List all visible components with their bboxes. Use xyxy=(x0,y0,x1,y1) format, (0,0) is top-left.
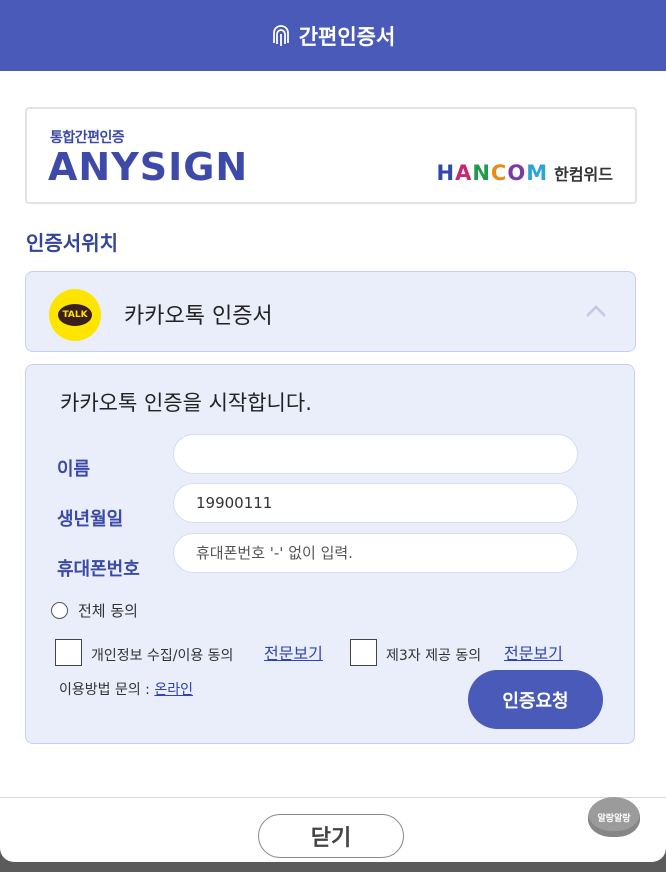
help-label: 이용방법 문의 : xyxy=(59,682,155,698)
form-title: 카카오톡 인증을 시작합니다. xyxy=(60,391,312,415)
cert-location-heading: 인증서위치 xyxy=(26,231,118,255)
hancom-logo: HANCOM 한컴위드 xyxy=(437,161,614,185)
thirdparty-consent-label: 제3자 제공 동의 xyxy=(386,648,482,664)
birth-label: 생년월일 xyxy=(57,509,124,530)
chevron-up-icon[interactable] xyxy=(585,304,607,318)
brand-banner: 통합간편인증 ANYSIGN HANCOM 한컴위드 xyxy=(25,107,637,204)
dialog-title: 간편인증서 xyxy=(298,24,396,49)
birthdate-input[interactable] xyxy=(173,483,578,523)
brand-logo-anysign: ANYSIGN xyxy=(48,145,249,189)
close-button[interactable]: 닫기 xyxy=(258,814,404,858)
thirdparty-consent-view-link[interactable]: 전문보기 xyxy=(504,640,563,664)
brand-subtitle: 통합간편인증 xyxy=(50,130,125,146)
agree-all-label: 전체 동의 xyxy=(78,602,138,620)
auth-dialog: 간편인증서 통합간편인증 ANYSIGN HANCOM 한컴위드 인증서위치 T… xyxy=(0,0,666,862)
help-online-link[interactable]: 온라인 xyxy=(154,682,193,698)
title-bar: 간편인증서 xyxy=(0,0,666,71)
agree-all[interactable]: 전체 동의 xyxy=(51,600,138,621)
privacy-consent-checkbox[interactable] xyxy=(55,639,82,666)
provider-label: 카카오톡 인증서 xyxy=(124,304,273,329)
privacy-consent-label: 개인정보 수집/이용 동의 xyxy=(91,648,234,664)
kakaotalk-icon: TALK xyxy=(49,289,101,341)
mascot-icon[interactable]: 알랑알랑 xyxy=(588,797,640,837)
provider-selector-kakao[interactable]: TALK 카카오톡 인증서 xyxy=(25,271,636,352)
kakaotalk-bubble: TALK xyxy=(58,304,92,326)
help-line: 이용방법 문의 : 온라인 xyxy=(59,679,193,699)
fingerprint-icon xyxy=(272,24,289,46)
kakao-auth-form: 카카오톡 인증을 시작합니다. 이름 생년월일 휴대폰번호 전체 동의 개인정보… xyxy=(25,364,635,744)
footer-divider xyxy=(0,797,666,798)
privacy-consent-view-link[interactable]: 전문보기 xyxy=(264,640,323,664)
hancom-korean-name: 한컴위드 xyxy=(554,165,613,184)
name-label: 이름 xyxy=(57,459,91,480)
thirdparty-consent-checkbox[interactable] xyxy=(350,639,377,666)
phone-input[interactable] xyxy=(173,533,578,573)
name-input[interactable] xyxy=(173,434,578,474)
phone-label: 휴대폰번호 xyxy=(57,559,140,580)
request-auth-button[interactable]: 인증요청 xyxy=(468,670,603,729)
agree-all-radio[interactable] xyxy=(51,602,68,619)
hancom-wordmark: HANCOM xyxy=(436,161,549,185)
